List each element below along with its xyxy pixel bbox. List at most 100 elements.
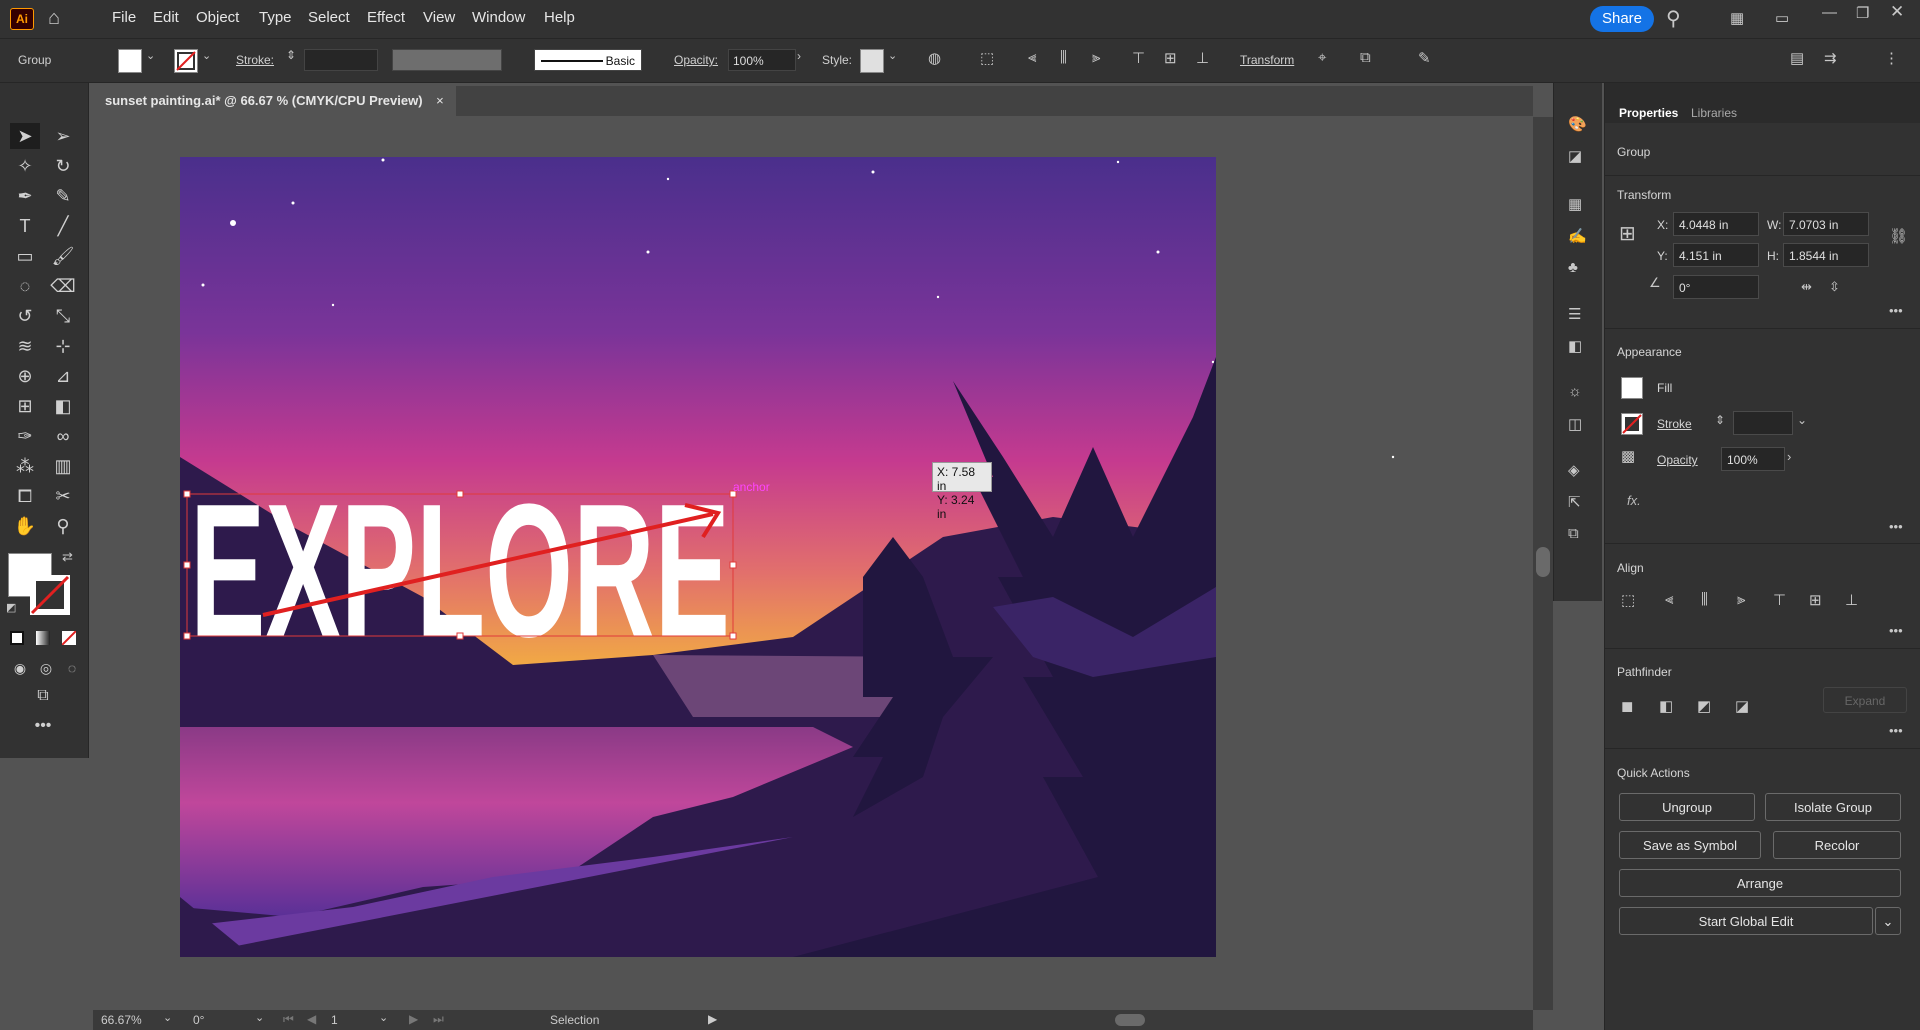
close-tab-icon[interactable]: × <box>436 93 444 108</box>
warp-tool-icon[interactable]: ≋ <box>10 333 40 359</box>
stroke-stepper-icon[interactable]: ⇕ <box>1715 413 1725 427</box>
align-to-icon[interactable]: ⬚ <box>980 49 994 67</box>
artboard-tool-icon[interactable]: ⧠ <box>10 483 40 509</box>
menu-file[interactable]: File <box>112 9 136 26</box>
artboards-panel-icon[interactable]: ⧉ <box>1568 525 1579 542</box>
next-artboard-icon[interactable]: ▶ <box>409 1012 418 1026</box>
opacity-field[interactable]: 100% <box>728 49 796 71</box>
minus-front-icon[interactable]: ◧ <box>1659 697 1673 715</box>
blend-tool-icon[interactable]: ∞ <box>48 423 78 449</box>
swatches-icon[interactable]: ▦ <box>1568 195 1582 213</box>
appearance-stroke-swatch[interactable] <box>1621 413 1643 435</box>
flip-vertical-icon[interactable]: ⇳ <box>1829 279 1840 295</box>
slice-tool-icon[interactable]: ✂ <box>48 483 78 509</box>
align-center-icon[interactable]: ⫼ <box>1060 49 1067 66</box>
ungroup-button[interactable]: Ungroup <box>1619 793 1755 821</box>
align-vertical-center-icon[interactable]: ⊞ <box>1809 591 1822 609</box>
stroke-weight-field[interactable] <box>1733 411 1793 435</box>
asset-export-icon[interactable]: ⇱ <box>1568 493 1581 511</box>
w-field[interactable]: 7.0703 in <box>1783 212 1869 236</box>
align-bottom-icon[interactable]: ⊥ <box>1196 49 1209 67</box>
color-guide-icon[interactable]: ◪ <box>1568 147 1582 165</box>
brush-definition[interactable]: Basic <box>534 49 642 71</box>
zoom-tool-icon[interactable]: ⚲ <box>48 513 78 539</box>
rotation-value[interactable]: 0° <box>193 1013 204 1027</box>
align-top-icon[interactable]: ⊤ <box>1773 591 1786 609</box>
stroke-label[interactable]: Stroke: <box>236 53 274 67</box>
appearance-panel-icon[interactable]: ☼ <box>1568 383 1582 400</box>
arrange-documents-icon[interactable]: ▦ <box>1730 9 1744 27</box>
panel-options-icon[interactable]: ▤ <box>1790 49 1804 67</box>
perspective-grid-icon[interactable]: ⊿ <box>48 363 78 389</box>
menu-window[interactable]: Window <box>472 9 525 26</box>
direct-selection-tool-icon[interactable]: ➢ <box>48 123 78 149</box>
none-mode-icon[interactable] <box>61 630 77 646</box>
document-tab[interactable]: sunset painting.ai* @ 66.67 % (CMYK/CPU … <box>93 86 456 116</box>
start-global-edit-button[interactable]: Start Global Edit <box>1619 907 1873 935</box>
menu-object[interactable]: Object <box>196 9 239 26</box>
more-options-icon[interactable]: ••• <box>1889 519 1903 534</box>
appearance-fill-swatch[interactable] <box>1621 377 1643 399</box>
more-options-icon[interactable]: ••• <box>1889 303 1903 318</box>
y-field[interactable]: 4.151 in <box>1673 243 1759 267</box>
recolor-artwork-icon[interactable]: ◍ <box>928 49 941 67</box>
more-options-icon[interactable]: ••• <box>1889 623 1903 638</box>
intersect-icon[interactable]: ◩ <box>1697 697 1711 715</box>
stroke-label[interactable]: Stroke <box>1657 417 1692 431</box>
paintbrush-tool-icon[interactable]: 🖌 <box>48 243 78 269</box>
last-artboard-icon[interactable]: ⏭ <box>433 1012 444 1027</box>
column-graph-icon[interactable]: ▥ <box>48 453 78 479</box>
first-artboard-icon[interactable]: ⏮ <box>283 1012 294 1027</box>
eraser-tool-icon[interactable]: ⌫ <box>48 273 78 299</box>
global-edit-options-button[interactable]: ⌄ <box>1875 907 1901 935</box>
restore-icon[interactable]: ❐ <box>1856 4 1869 22</box>
align-horizontal-center-icon[interactable]: ⫼ <box>1701 591 1708 608</box>
color-mode-icon[interactable] <box>10 631 24 645</box>
swap-colors-icon[interactable]: ⇄ <box>62 549 73 565</box>
graphic-style-swatch[interactable] <box>860 49 884 73</box>
draw-inside-icon[interactable]: ◌ <box>57 655 87 681</box>
default-colors-icon[interactable]: ◩ <box>6 601 16 614</box>
h-field[interactable]: 1.8544 in <box>1783 243 1869 267</box>
variable-width-profile[interactable] <box>392 49 502 71</box>
arrange-icon[interactable]: ⇉ <box>1824 49 1837 67</box>
eyedropper-icon[interactable]: ✑ <box>10 423 40 449</box>
symbol-sprayer-icon[interactable]: ⁂ <box>10 453 40 479</box>
gradient-mode-icon[interactable] <box>36 631 50 645</box>
chevron-down-icon[interactable]: ⌄ <box>146 49 155 62</box>
vertical-scrollbar[interactable] <box>1533 117 1553 1010</box>
align-left-icon[interactable]: ⫷ <box>1665 591 1673 608</box>
chevron-down-icon[interactable]: ⌄ <box>379 1011 388 1024</box>
gradient-panel-icon[interactable]: ◧ <box>1568 337 1582 355</box>
symbols-icon[interactable]: ♣ <box>1568 259 1578 276</box>
prev-artboard-icon[interactable]: ◀ <box>307 1012 316 1026</box>
fill-swatch[interactable] <box>118 49 142 73</box>
close-window-icon[interactable]: ✕ <box>1890 2 1904 22</box>
align-left-icon[interactable]: ⫷ <box>1028 49 1036 66</box>
pen-tool-icon[interactable]: ✒ <box>10 183 40 209</box>
align-top-icon[interactable]: ⊤ <box>1132 49 1145 67</box>
search-icon[interactable]: ⚲ <box>1666 6 1681 31</box>
menu-effect[interactable]: Effect <box>367 9 405 26</box>
color-panel-icon[interactable]: 🎨 <box>1568 115 1587 133</box>
home-icon[interactable]: ⌂ <box>48 7 60 30</box>
lasso-icon[interactable]: ↻ <box>48 153 78 179</box>
edit-contents-icon[interactable]: ✎ <box>1418 49 1431 67</box>
align-right-icon[interactable]: ⫸ <box>1092 49 1100 66</box>
rectangle-tool-icon[interactable]: ▭ <box>10 243 40 269</box>
free-transform-icon[interactable]: ⊹ <box>48 333 78 359</box>
x-field[interactable]: 4.0448 in <box>1673 212 1759 236</box>
status-menu-icon[interactable]: ▶ <box>708 1012 717 1026</box>
chevron-down-icon[interactable]: ⌄ <box>888 49 897 62</box>
chevron-right-icon[interactable]: › <box>797 49 801 63</box>
opacity-field[interactable]: 100% <box>1721 447 1785 471</box>
minimize-icon[interactable]: — <box>1822 4 1837 21</box>
align-right-icon[interactable]: ⫸ <box>1737 591 1745 608</box>
vertical-scrollbar-thumb[interactable] <box>1536 547 1550 577</box>
curvature-tool-icon[interactable]: ✎ <box>48 183 78 209</box>
more-options-icon[interactable]: ••• <box>1889 723 1903 738</box>
fx-icon[interactable]: fx. <box>1627 493 1641 508</box>
align-bottom-icon[interactable]: ⊥ <box>1845 591 1858 609</box>
stroke-color-box[interactable] <box>30 575 70 615</box>
transform-link[interactable]: Transform <box>1240 53 1294 67</box>
